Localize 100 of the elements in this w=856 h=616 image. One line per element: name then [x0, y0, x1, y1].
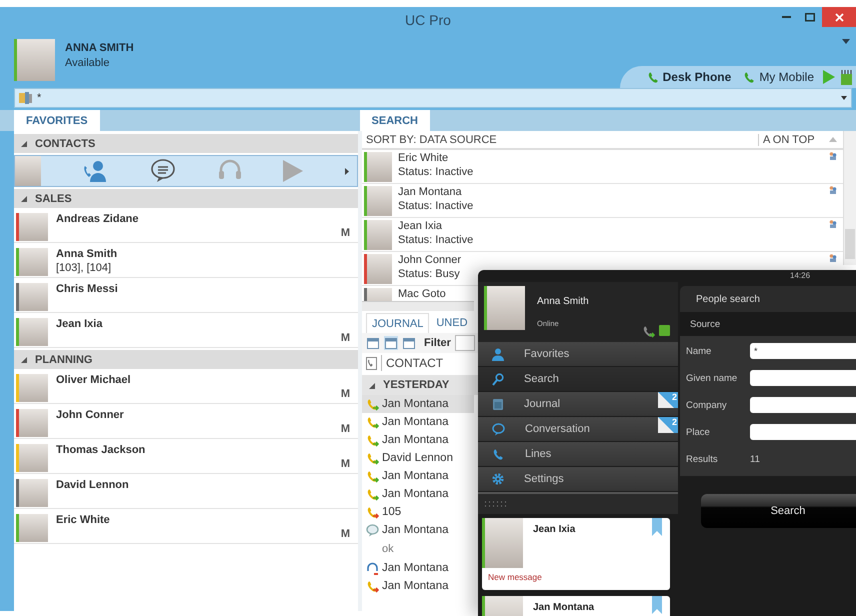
chat-icon[interactable] [150, 159, 176, 183]
play-icon[interactable] [823, 70, 835, 84]
user-status: Available [65, 57, 110, 69]
group-header[interactable]: YESTERDAY [362, 375, 478, 395]
contact-row[interactable]: Oliver Michael M [14, 371, 358, 404]
field-label: Place [686, 426, 711, 438]
close-button[interactable] [822, 7, 856, 27]
journal-entry[interactable]: Jan Montana [362, 485, 474, 503]
tab[interactable]: UNED [431, 313, 473, 333]
contact-row[interactable]: Jean Ixia M [14, 315, 358, 348]
input-field[interactable] [750, 424, 856, 440]
play-icon[interactable] [283, 160, 304, 182]
journal-entry[interactable]: Jan Montana [362, 431, 474, 449]
sort-icon[interactable] [828, 137, 837, 142]
window-title: UC Pro [405, 12, 451, 28]
menu-item[interactable]: Search [478, 367, 678, 392]
journal-entry[interactable]: Jan Montana [362, 467, 474, 485]
calendar-view-button[interactable] [366, 336, 380, 350]
result-status: Status: Inactive [398, 166, 474, 178]
contacts-icon [829, 186, 837, 194]
contact-card[interactable]: Jean Ixia New message [482, 518, 670, 590]
contact-row[interactable]: Andreas Zidane M [14, 210, 358, 243]
filter-field[interactable] [454, 335, 475, 351]
result-name: Jan Montana [398, 186, 462, 198]
column-header[interactable]: CONTACT [386, 356, 444, 370]
caret-icon[interactable] [842, 39, 850, 44]
contact-row[interactable]: David Lennon [14, 476, 358, 509]
order-label[interactable]: A ON TOP [763, 134, 815, 146]
contact-name: Andreas Zidane [56, 213, 140, 225]
input-field[interactable] [750, 370, 856, 386]
group-header[interactable]: CONTACTS [14, 134, 358, 153]
entry-name: Jan Montana [382, 434, 448, 446]
incoming-call-icon [366, 452, 379, 464]
photo-placeholder [19, 479, 48, 507]
journal-entry[interactable]: Jan Montana [362, 559, 474, 577]
group-header[interactable]: SALES [14, 189, 358, 208]
photo-placeholder [19, 514, 48, 542]
device-button[interactable]: Desk Phone [644, 70, 734, 84]
tab[interactable]: JOURNAL [366, 313, 430, 333]
mobile-indicator: M [340, 388, 350, 400]
contact-row[interactable]: John Conner M [14, 406, 358, 439]
input-field[interactable] [750, 397, 856, 413]
tab[interactable]: SEARCH [360, 110, 430, 131]
group-header[interactable]: PLANNING [14, 350, 358, 369]
sim-card-icon[interactable] [841, 70, 852, 84]
contact-name: Jean Ixia [533, 524, 576, 535]
menu-item[interactable]: Journal 2 [478, 392, 678, 417]
journal-entry[interactable]: Jan Montana [362, 577, 474, 595]
phone-icon [743, 70, 756, 84]
group-title: PLANNING [35, 354, 92, 366]
phone-icon [366, 356, 377, 370]
clock: 14:26 [790, 271, 810, 280]
journal-entry[interactable]: Jan Montana [362, 413, 474, 431]
chat-icon [366, 524, 379, 536]
contact-name: John Conner [56, 409, 125, 421]
journal-entry[interactable]: Jan Montana [362, 395, 474, 413]
menu-item[interactable]: Settings [478, 467, 678, 492]
chat-icon [492, 422, 505, 436]
phone-icon [646, 70, 660, 84]
result-status: Status: Inactive [398, 200, 474, 212]
journal-entry[interactable]: David Lennon [362, 449, 474, 467]
journal-entry[interactable]: Jan Montana [362, 521, 474, 539]
calendar-view-button[interactable] [384, 336, 398, 350]
minimize-icon [782, 16, 790, 18]
contact-name: Eric White [56, 514, 111, 526]
user-name: Anna Smith [537, 296, 589, 307]
sort-label[interactable]: SORT BY: DATA SOURCE [362, 134, 758, 146]
search-field[interactable]: * [14, 88, 852, 108]
contact-name: Anna Smith [56, 248, 118, 260]
input-field[interactable]: * [750, 343, 856, 359]
tab[interactable]: FAVORITES [14, 110, 100, 131]
result-name: Jean Ixia [398, 220, 442, 232]
group-title: YESTERDAY [383, 379, 450, 391]
device-button[interactable]: My Mobile [740, 70, 817, 84]
caret-icon[interactable] [841, 96, 847, 100]
journal-entry[interactable]: 105 [362, 503, 474, 521]
contact-row[interactable]: Anna Smith [103], [104] [14, 245, 358, 278]
grip-icon[interactable] [484, 501, 508, 507]
bookmark-icon[interactable] [652, 518, 662, 536]
search-button[interactable]: Search [701, 494, 856, 528]
incoming-call-icon [366, 470, 379, 482]
contact-row[interactable]: Eric White M [14, 511, 358, 544]
contact-name: Chris Messi [56, 283, 119, 295]
contact-row[interactable]: Chris Messi [14, 280, 358, 313]
menu-item[interactable]: Favorites [478, 342, 678, 367]
menu-item[interactable]: Conversation 2 [478, 417, 678, 442]
panel-title: People search [696, 294, 760, 304]
contact-card[interactable]: Jan Montana [482, 596, 670, 616]
user-name: ANNA SMITH [65, 42, 134, 54]
calendar-view-button[interactable] [402, 336, 416, 350]
call-contact-icon[interactable] [82, 160, 109, 182]
scrollbar[interactable] [843, 131, 856, 265]
source-label[interactable]: Source [690, 318, 720, 330]
photo-placeholder [367, 220, 392, 250]
filter-label: Filter [424, 337, 451, 349]
bookmark-icon[interactable] [652, 596, 662, 614]
contact-row[interactable]: Thomas Jackson M [14, 441, 358, 474]
photo-placeholder [487, 286, 525, 330]
caret-icon[interactable] [344, 168, 349, 174]
menu-item[interactable]: Lines [478, 442, 678, 467]
